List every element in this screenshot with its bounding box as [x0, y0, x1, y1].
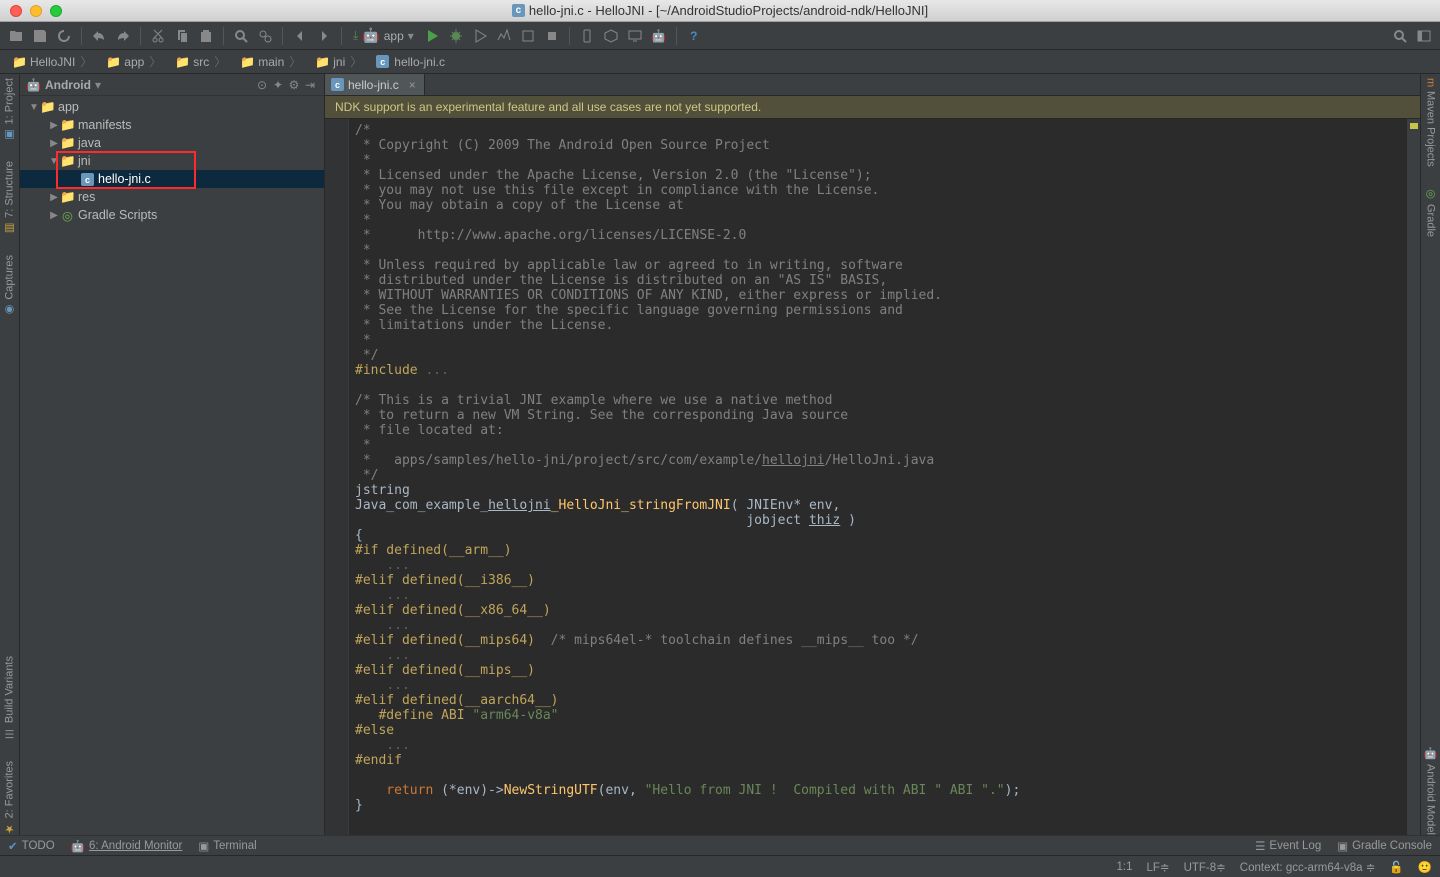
editor-error-stripe[interactable]: [1406, 119, 1420, 835]
help-icon[interactable]: ?: [684, 26, 704, 46]
open-icon[interactable]: [6, 26, 26, 46]
redo-icon[interactable]: [113, 26, 133, 46]
tree-gradle-scripts[interactable]: ▶◎Gradle Scripts: [20, 206, 324, 224]
tree-app[interactable]: ▼📁app: [20, 98, 324, 116]
tree-file-hello-jni[interactable]: chello-jni.c: [20, 170, 324, 188]
sdk-icon[interactable]: [601, 26, 621, 46]
event-log-tool-button[interactable]: ☰Event Log: [1255, 839, 1321, 853]
make-icon: ⤓: [353, 28, 358, 43]
crumb-app[interactable]: 📁app〉: [100, 51, 167, 72]
run-icon[interactable]: [422, 26, 442, 46]
android-icon: 🤖: [26, 78, 41, 92]
coverage-icon[interactable]: [470, 26, 490, 46]
left-tool-strip: ▣1: Project ▤7: Structure ◉Captures ☰Bui…: [0, 74, 20, 835]
crumb-project[interactable]: 📁HelloJNI〉: [6, 51, 98, 72]
editor-tabs: c hello-jni.c ×: [325, 74, 1420, 96]
copy-icon[interactable]: [172, 26, 192, 46]
status-bar: 1:1 LF≑ UTF-8≑ Context: gcc-arm64-v8a ≑ …: [0, 855, 1440, 877]
android-model-tool-button[interactable]: 🤖Android Model: [1424, 747, 1437, 835]
cut-icon[interactable]: [148, 26, 168, 46]
captures-tool-button[interactable]: ◉Captures: [3, 255, 16, 317]
android-icon: 🤖: [362, 27, 379, 44]
tab-hello-jni[interactable]: c hello-jni.c ×: [325, 74, 425, 95]
monitor-icon[interactable]: [625, 26, 645, 46]
project-tool-button[interactable]: ▣1: Project: [3, 78, 16, 141]
cursor-position: 1:1: [1117, 861, 1133, 873]
bottom-tool-bar: ✔TODO 🤖6: Android Monitor ▣Terminal ☰Eve…: [0, 835, 1440, 855]
build-variants-tool-button[interactable]: ☰Build Variants: [3, 656, 16, 740]
profiler-icon[interactable]: [494, 26, 514, 46]
project-tree: ▼📁app ▶📁manifests ▶📁java ▼📁jni chello-jn…: [20, 96, 324, 835]
ndk-notice: NDK support is an experimental feature a…: [325, 96, 1420, 119]
encoding[interactable]: UTF-8≑: [1184, 860, 1226, 874]
run-config-selector[interactable]: ⤓ 🤖 app ▾: [349, 27, 418, 44]
terminal-tool-button[interactable]: ▣Terminal: [198, 839, 256, 853]
lock-icon[interactable]: 🔓: [1389, 860, 1403, 874]
debug-icon[interactable]: [446, 26, 466, 46]
android-monitor-tool-button[interactable]: 🤖6: Android Monitor: [71, 839, 183, 853]
hide-icon[interactable]: ⇥: [302, 78, 318, 92]
gradle-console-tool-button[interactable]: ▣Gradle Console: [1337, 839, 1432, 853]
forward-icon[interactable]: [314, 26, 334, 46]
todo-tool-button[interactable]: ✔TODO: [8, 839, 55, 853]
c-file-icon: c: [331, 78, 344, 91]
replace-icon[interactable]: [255, 26, 275, 46]
undo-icon[interactable]: [89, 26, 109, 46]
sync-icon[interactable]: [54, 26, 74, 46]
find-icon[interactable]: [231, 26, 251, 46]
inspector-icon[interactable]: 🙂: [1418, 860, 1432, 874]
code-editor[interactable]: /* * Copyright (C) 2009 The Android Open…: [349, 119, 1406, 835]
favorites-tool-button[interactable]: ★2: Favorites: [3, 761, 16, 835]
panel-title[interactable]: Android: [45, 78, 91, 92]
maven-tool-button[interactable]: mMaven Projects: [1425, 78, 1437, 167]
project-panel: 🤖 Android ▾ ⊙ ✦ ⚙ ⇥ ▼📁app ▶📁manifests ▶📁…: [20, 74, 325, 835]
tree-manifests[interactable]: ▶📁manifests: [20, 116, 324, 134]
settings-icon[interactable]: ⚙: [286, 78, 302, 92]
c-file-icon: c: [512, 4, 525, 17]
tree-jni[interactable]: ▼📁jni: [20, 152, 324, 170]
panel-dropdown-icon[interactable]: ▾: [95, 78, 101, 92]
back-icon[interactable]: [290, 26, 310, 46]
structure-tool-button[interactable]: ▤7: Structure: [3, 161, 16, 235]
tree-java[interactable]: ▶📁java: [20, 134, 324, 152]
paste-icon[interactable]: [196, 26, 216, 46]
editor-gutter: [325, 119, 349, 835]
attach-icon[interactable]: [518, 26, 538, 46]
crumb-src[interactable]: 📁src〉: [169, 51, 232, 72]
stop-icon[interactable]: [542, 26, 562, 46]
crumb-main[interactable]: 📁main〉: [234, 51, 307, 72]
save-icon[interactable]: [30, 26, 50, 46]
collapse-icon[interactable]: ⊙: [254, 78, 270, 92]
line-separator[interactable]: LF≑: [1147, 860, 1170, 874]
sidebar-toggle-icon[interactable]: [1414, 26, 1434, 46]
search-everywhere-icon[interactable]: [1390, 26, 1410, 46]
crumb-file[interactable]: hello-jni.c: [370, 53, 451, 71]
context-selector[interactable]: Context: gcc-arm64-v8a ≑: [1240, 860, 1376, 874]
main-toolbar: ⤓ 🤖 app ▾ 🤖 ?: [0, 22, 1440, 50]
crumb-jni[interactable]: 📁jni〉: [309, 51, 368, 72]
close-tab-icon[interactable]: ×: [409, 78, 416, 92]
right-tool-strip: mMaven Projects ◎Gradle 🤖Android Model: [1420, 74, 1440, 835]
window-title: c hello-jni.c - HelloJNI - [~/AndroidStu…: [0, 3, 1440, 18]
breadcrumb: 📁HelloJNI〉 📁app〉 📁src〉 📁main〉 📁jni〉 hell…: [0, 50, 1440, 74]
android-tool-icon[interactable]: 🤖: [649, 26, 669, 46]
target-icon[interactable]: ✦: [270, 78, 286, 92]
avd-icon[interactable]: [577, 26, 597, 46]
gradle-tool-button[interactable]: ◎Gradle: [1424, 187, 1437, 237]
tree-res[interactable]: ▶📁res: [20, 188, 324, 206]
